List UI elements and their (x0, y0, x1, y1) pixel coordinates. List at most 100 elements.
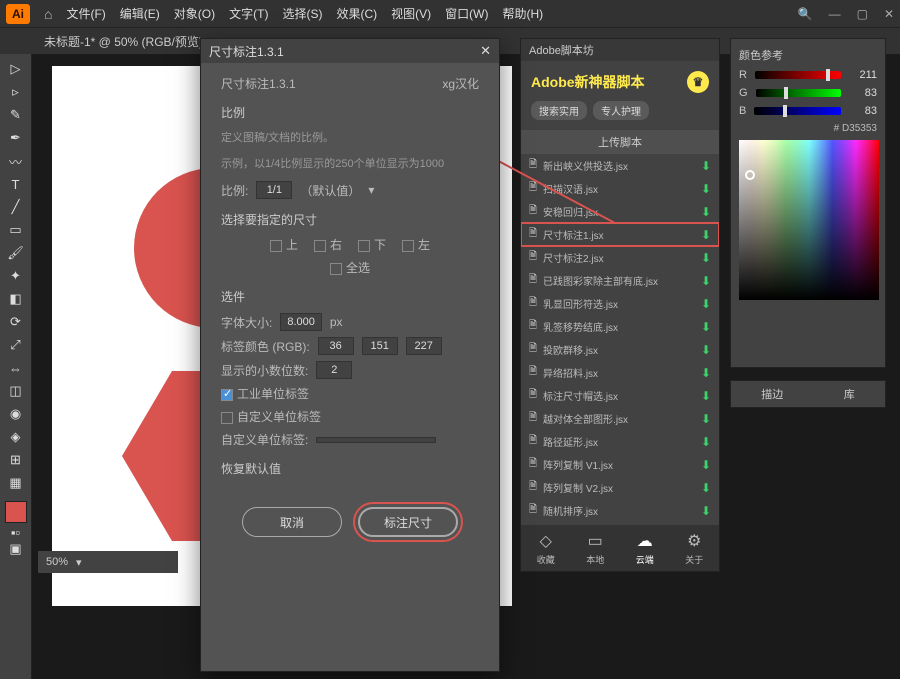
script-item[interactable]: 🗎异络招料.jsx⬇ (521, 361, 719, 384)
decimals-input[interactable]: 2 (316, 361, 352, 379)
chevron-down-icon[interactable]: ▾ (76, 556, 82, 569)
script-item[interactable]: 🗎尺寸标注1.jsx⬇ (521, 223, 719, 246)
scale-tool[interactable]: ⤢ (2, 334, 30, 356)
g-slider[interactable] (756, 89, 841, 97)
free-transform-tool[interactable]: ◫ (2, 380, 30, 402)
perspective-tool[interactable]: ◈ (2, 426, 30, 448)
script-item[interactable]: 🗎随机排序.jsx⬇ (521, 499, 719, 522)
color-g-input[interactable]: 151 (362, 337, 398, 355)
ok-button[interactable]: 标注尺寸 (358, 507, 458, 537)
script-item[interactable]: 🗎阵列复制 V2.jsx⬇ (521, 476, 719, 499)
script-item[interactable]: 🗎路径延形.jsx⬇ (521, 430, 719, 453)
ratio-input[interactable]: 1/1 (256, 181, 292, 199)
scripts-pill-2[interactable]: 专人护理 (593, 101, 649, 120)
script-item[interactable]: 🗎安稳回归.jsx⬇ (521, 200, 719, 223)
color-b-input[interactable]: 227 (406, 337, 442, 355)
color-r-input[interactable]: 36 (318, 337, 354, 355)
script-item[interactable]: 🗎乳签移势结底.jsx⬇ (521, 315, 719, 338)
download-icon[interactable]: ⬇ (701, 228, 711, 242)
spectrum-cursor-icon[interactable] (745, 170, 755, 180)
window-minimize-icon[interactable]: — (829, 7, 841, 21)
script-item[interactable]: 🗎新出峡义供投选.jsx⬇ (521, 154, 719, 177)
download-icon[interactable]: ⬇ (701, 182, 711, 196)
rectangle-tool[interactable]: ▭ (2, 219, 30, 241)
download-icon[interactable]: ⬇ (701, 320, 711, 334)
swatch-mini-a[interactable]: 描边 (761, 386, 783, 402)
download-icon[interactable]: ⬇ (701, 343, 711, 357)
shape-builder-tool[interactable]: ◉ (2, 403, 30, 425)
menu-file[interactable]: 文件(F) (66, 5, 105, 22)
checkbox-top[interactable]: 上 (270, 236, 298, 253)
close-icon[interactable]: ✕ (480, 43, 491, 59)
script-item[interactable]: 🗎尺寸标注2.jsx⬇ (521, 246, 719, 269)
menu-object[interactable]: 对象(O) (174, 5, 215, 22)
width-tool[interactable]: ⇔ (2, 357, 30, 379)
scripts-footer-button[interactable]: ◇收藏 (537, 531, 555, 566)
script-item[interactable]: 🗎标注尺寸帽选.jsx⬇ (521, 384, 719, 407)
script-item[interactable]: 🗎已践图彩家除主部有底.jsx⬇ (521, 269, 719, 292)
script-item[interactable]: 🗎越对体全部图形.jsx⬇ (521, 407, 719, 430)
screen-mode-icon[interactable]: ▣ (2, 541, 30, 557)
paintbrush-tool[interactable]: 🖌 (2, 242, 30, 264)
chevron-down-icon[interactable]: ▾ (368, 183, 374, 197)
gradient-tool[interactable]: ▦ (2, 472, 30, 494)
menu-help[interactable]: 帮助(H) (502, 5, 543, 22)
fontsize-input[interactable]: 8.000 (280, 313, 322, 331)
window-close-icon[interactable]: ✕ (884, 7, 894, 21)
scripts-footer-button[interactable]: ⚙关于 (685, 531, 703, 566)
line-tool[interactable]: ╱ (2, 196, 30, 218)
download-icon[interactable]: ⬇ (701, 504, 711, 518)
download-icon[interactable]: ⬇ (701, 366, 711, 380)
checkbox-industrial[interactable]: 工业单位标签 (221, 385, 309, 402)
mesh-tool[interactable]: ⊞ (2, 449, 30, 471)
download-icon[interactable]: ⬇ (701, 274, 711, 288)
fill-stroke-swatch[interactable] (5, 501, 27, 523)
window-restore-icon[interactable]: ▢ (857, 7, 868, 21)
swatch-mini-b[interactable]: 库 (844, 386, 855, 402)
direct-selection-tool[interactable]: ▹ (2, 81, 30, 103)
zoom-level[interactable]: 50% (46, 556, 68, 568)
download-icon[interactable]: ⬇ (701, 389, 711, 403)
menu-edit[interactable]: 编辑(E) (120, 5, 160, 22)
selection-tool[interactable]: ▷ (2, 58, 30, 80)
checkbox-right[interactable]: 右 (314, 236, 342, 253)
menu-type[interactable]: 文字(T) (229, 5, 268, 22)
download-icon[interactable]: ⬇ (701, 435, 711, 449)
menu-window[interactable]: 窗口(W) (445, 5, 488, 22)
color-spectrum[interactable] (739, 140, 879, 300)
download-icon[interactable]: ⬇ (701, 412, 711, 426)
download-icon[interactable]: ⬇ (701, 481, 711, 495)
type-tool[interactable]: T (2, 173, 30, 195)
download-icon[interactable]: ⬇ (701, 297, 711, 311)
scripts-pill-1[interactable]: 搜索实用 (531, 101, 587, 120)
r-slider[interactable] (755, 71, 841, 79)
download-icon[interactable]: ⬇ (701, 159, 711, 173)
eraser-tool[interactable]: ◧ (2, 288, 30, 310)
pen-tool[interactable]: ✒ (2, 127, 30, 149)
menu-effect[interactable]: 效果(C) (336, 5, 377, 22)
b-slider[interactable] (754, 107, 841, 115)
checkbox-custom-unit[interactable]: 自定义单位标签 (221, 408, 321, 425)
magic-wand-tool[interactable]: ✎ (2, 104, 30, 126)
checkbox-all[interactable]: 全选 (330, 259, 370, 276)
download-icon[interactable]: ⬇ (701, 458, 711, 472)
menu-view[interactable]: 视图(V) (391, 5, 431, 22)
search-icon[interactable]: 🔍 (798, 7, 813, 21)
cancel-button[interactable]: 取消 (242, 507, 342, 537)
checkbox-left[interactable]: 左 (402, 236, 430, 253)
scripts-footer-button[interactable]: ☁云端 (636, 531, 654, 566)
script-item[interactable]: 🗎阵列复制 V1.jsx⬇ (521, 453, 719, 476)
download-icon[interactable]: ⬇ (701, 251, 711, 265)
curvature-tool[interactable]: 〰 (2, 150, 30, 172)
checkbox-bottom[interactable]: 下 (358, 236, 386, 253)
menu-select[interactable]: 选择(S) (282, 5, 322, 22)
script-item[interactable]: 🗎乳显回形符选.jsx⬇ (521, 292, 719, 315)
home-icon[interactable]: ⌂ (44, 6, 52, 22)
color-mode-icons[interactable]: ▪▫ (2, 524, 30, 540)
scripts-footer-button[interactable]: ▭本地 (586, 531, 604, 566)
custom-unit-input[interactable] (316, 437, 436, 443)
rotate-tool[interactable]: ⟳ (2, 311, 30, 333)
download-icon[interactable]: ⬇ (701, 205, 711, 219)
shaper-tool[interactable]: ✦ (2, 265, 30, 287)
script-item[interactable]: 🗎投欧群移.jsx⬇ (521, 338, 719, 361)
